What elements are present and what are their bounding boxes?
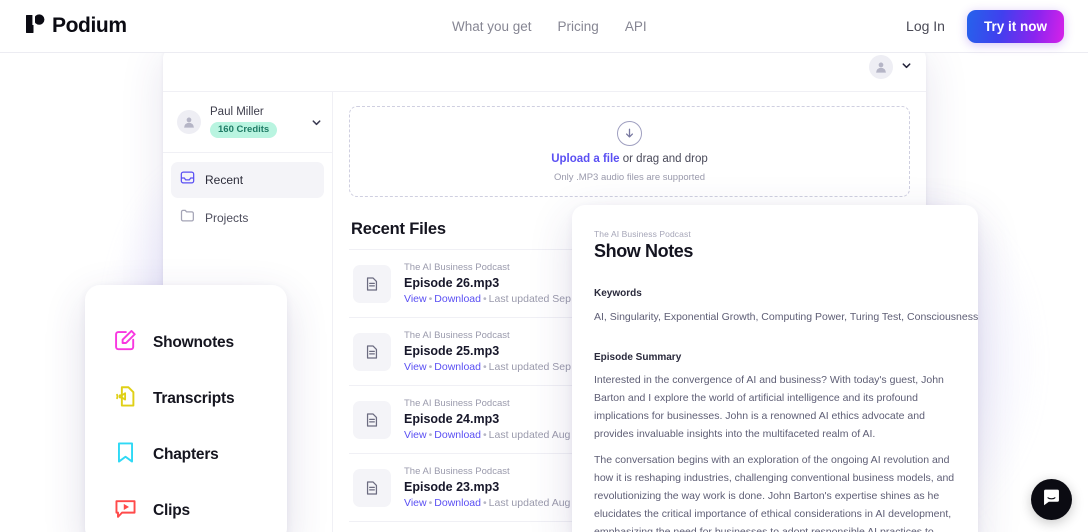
file-actions: View • Download • Last updated Aug 2 xyxy=(404,497,579,509)
audio-file-icon xyxy=(353,264,391,303)
file-info: The AI Business Podcast Episode 26.mp3 V… xyxy=(404,262,580,305)
site-nav-links: What you get Pricing API xyxy=(452,19,647,34)
file-show-name: The AI Business Podcast xyxy=(404,262,510,273)
keywords-heading: Keywords xyxy=(594,288,642,299)
sidebar-item-projects[interactable]: Projects xyxy=(171,200,324,236)
app-account-menu[interactable] xyxy=(869,55,912,79)
separator-dot: • xyxy=(482,293,487,305)
try-it-now-button[interactable]: Try it now xyxy=(966,9,1064,43)
feature-label-transcripts: Transcripts xyxy=(153,390,235,407)
separator-dot: • xyxy=(482,497,487,509)
dropzone-hint: Only .MP3 audio files are supported xyxy=(553,171,706,183)
episode-summary-paragraph-2: The conversation begins with an explorat… xyxy=(594,454,955,532)
nav-link-what-you-get[interactable]: What you get xyxy=(452,19,532,34)
sidebar-user-meta: Paul Miller 160 Credits xyxy=(210,106,278,139)
site-navbar: Podium What you get Pricing API Log In T… xyxy=(0,0,1088,53)
file-show-name: The AI Business Podcast xyxy=(404,466,510,477)
file-dropzone[interactable]: Upload a file or drag and drop Only .MP3… xyxy=(349,106,910,197)
dropzone-rest-text: or drag and drop xyxy=(619,152,708,165)
show-notes-card: The AI Business Podcast Show Notes Keywo… xyxy=(572,205,978,532)
feature-label-shownotes: Shownotes xyxy=(153,334,234,351)
dropzone-primary-text: Upload a file or drag and drop xyxy=(551,153,708,165)
view-link[interactable]: View xyxy=(404,361,427,373)
file-name: Episode 23.mp3 xyxy=(404,480,500,494)
feature-label-clips: Clips xyxy=(153,502,190,519)
show-notes-podcast-name: The AI Business Podcast xyxy=(594,229,691,239)
podium-logo-icon xyxy=(26,13,45,40)
file-name: Episode 26.mp3 xyxy=(404,276,500,290)
audio-document-icon xyxy=(113,384,138,414)
download-link[interactable]: Download xyxy=(434,497,481,509)
sidebar-nav: Recent Projects xyxy=(163,153,332,236)
feature-item-clips[interactable]: Clips xyxy=(113,483,287,532)
feature-item-chapters[interactable]: Chapters xyxy=(113,427,287,483)
site-brand-name: Podium xyxy=(52,14,127,37)
sidebar-item-label-projects: Projects xyxy=(205,211,249,226)
download-link[interactable]: Download xyxy=(434,293,481,305)
episode-summary-heading: Episode Summary xyxy=(594,352,682,364)
user-avatar-icon xyxy=(177,110,201,135)
audio-file-icon xyxy=(353,468,391,507)
audio-file-icon xyxy=(353,400,391,439)
folder-icon xyxy=(180,208,195,228)
episode-summary-paragraph-1: Interested in the convergence of AI and … xyxy=(594,374,944,441)
features-card: Shownotes Transcripts Chapters Clips xyxy=(85,285,287,532)
feature-label-chapters: Chapters xyxy=(153,446,219,463)
file-show-name: The AI Business Podcast xyxy=(404,398,510,409)
separator-dot: • xyxy=(482,429,487,441)
user-avatar-icon xyxy=(869,55,893,79)
sidebar-item-label-recent: Recent xyxy=(205,173,244,188)
chat-bubble-icon xyxy=(1041,487,1062,513)
view-link[interactable]: View xyxy=(404,429,427,441)
credits-badge: 160 Credits xyxy=(210,122,278,139)
page-root: Podium What you get Pricing API Log In T… xyxy=(0,0,1088,532)
chevron-down-icon xyxy=(311,115,322,133)
video-message-icon xyxy=(113,496,138,526)
separator-dot: • xyxy=(482,361,487,373)
show-notes-title: Show Notes xyxy=(594,241,694,261)
file-name: Episode 24.mp3 xyxy=(404,412,500,426)
sidebar-item-recent[interactable]: Recent xyxy=(171,162,324,199)
bookmark-icon xyxy=(113,440,138,470)
audio-file-icon xyxy=(353,332,391,371)
view-link[interactable]: View xyxy=(404,497,427,509)
file-info: The AI Business Podcast Episode 25.mp3 V… xyxy=(404,330,580,373)
nav-link-api[interactable]: API xyxy=(625,19,647,34)
file-updated: Last updated Aug 2 xyxy=(488,497,580,509)
download-link[interactable]: Download xyxy=(434,361,481,373)
download-link[interactable]: Download xyxy=(434,429,481,441)
sidebar-user-name: Paul Miller xyxy=(210,106,264,118)
file-info: The AI Business Podcast Episode 24.mp3 V… xyxy=(404,398,579,441)
file-updated: Last updated Sep 1 xyxy=(488,293,580,305)
file-updated: Last updated Sep 1 xyxy=(488,361,580,373)
sidebar-user-menu[interactable]: Paul Miller 160 Credits xyxy=(163,92,332,154)
file-show-name: The AI Business Podcast xyxy=(404,330,510,341)
site-nav-actions: Log In Try it now xyxy=(906,9,1064,43)
chat-launcher-button[interactable] xyxy=(1031,479,1072,520)
file-name: Episode 25.mp3 xyxy=(404,344,500,358)
file-actions: View • Download • Last updated Sep 1 xyxy=(404,361,580,373)
login-link[interactable]: Log In xyxy=(906,18,945,34)
pencil-square-icon xyxy=(113,328,138,358)
file-updated: Last updated Aug 2 xyxy=(488,429,580,441)
chevron-down-icon xyxy=(901,58,912,76)
file-actions: View • Download • Last updated Aug 2 xyxy=(404,429,579,441)
nav-link-pricing[interactable]: Pricing xyxy=(558,19,599,34)
feature-item-transcripts[interactable]: Transcripts xyxy=(113,371,287,427)
upload-a-file-link[interactable]: Upload a file xyxy=(551,153,619,165)
keywords-text: AI, Singularity, Exponential Growth, Com… xyxy=(594,311,978,323)
file-info: The AI Business Podcast Episode 23.mp3 V… xyxy=(404,466,579,509)
download-arrow-circle-icon xyxy=(617,120,642,146)
inbox-icon xyxy=(180,170,195,190)
site-brand[interactable]: Podium xyxy=(26,13,127,40)
view-link[interactable]: View xyxy=(404,293,427,305)
feature-item-shownotes[interactable]: Shownotes xyxy=(113,315,287,371)
file-actions: View • Download • Last updated Sep 1 xyxy=(404,293,580,305)
